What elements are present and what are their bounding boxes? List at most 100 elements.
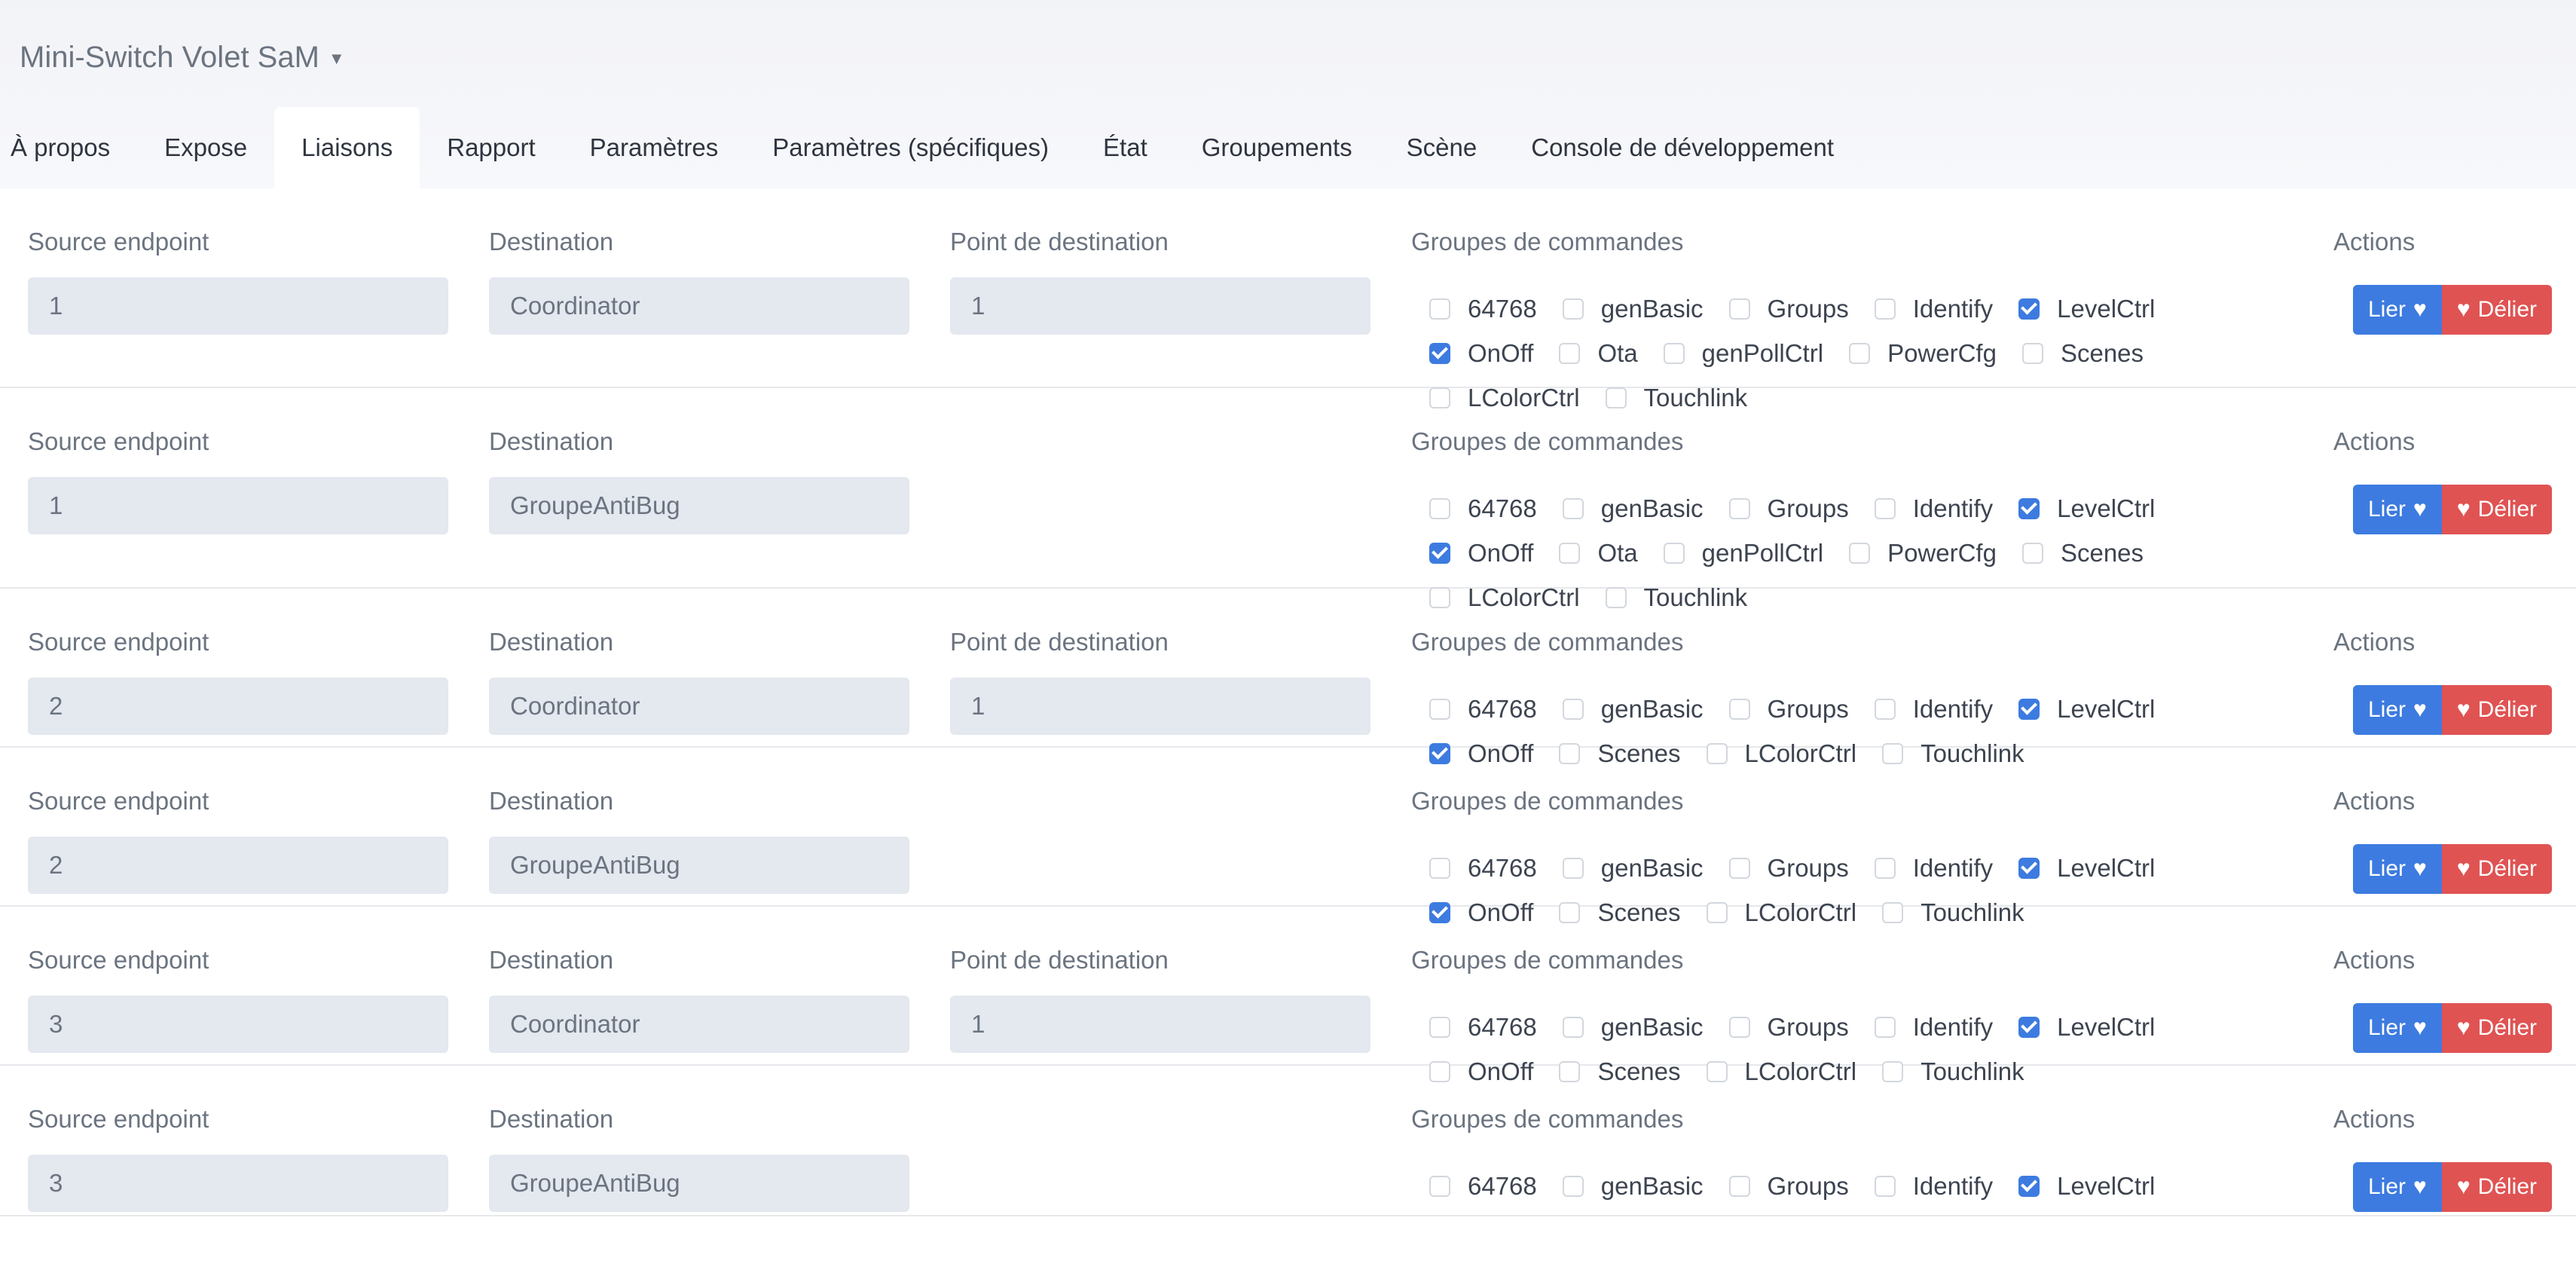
bind-button[interactable]: Lier ♥: [2353, 485, 2442, 534]
unchecked-box-icon[interactable]: [1562, 298, 1584, 320]
unchecked-box-icon[interactable]: [1874, 497, 1896, 519]
checked-box-icon[interactable]: [1429, 542, 1450, 564]
cluster-checkbox[interactable]: Groups: [1728, 1172, 1849, 1201]
unchecked-box-icon[interactable]: [1429, 1175, 1450, 1197]
unchecked-box-icon[interactable]: [1874, 698, 1896, 720]
unchecked-box-icon[interactable]: [1562, 1175, 1584, 1197]
unchecked-box-icon[interactable]: [1562, 857, 1584, 879]
unbind-button[interactable]: ♥ Délier: [2441, 1162, 2553, 1212]
cluster-checkbox[interactable]: genBasic: [1562, 295, 1704, 323]
source-endpoint-select[interactable]: 1: [28, 477, 448, 534]
unchecked-box-icon[interactable]: [1663, 542, 1685, 564]
cluster-checkbox[interactable]: Groups: [1728, 854, 1849, 883]
tab-9[interactable]: Console de développement: [1504, 107, 1861, 188]
cluster-checkbox[interactable]: Ota: [1559, 539, 1638, 568]
bind-button[interactable]: Lier ♥: [2353, 844, 2442, 894]
checked-box-icon[interactable]: [2018, 1016, 2040, 1038]
unchecked-box-icon[interactable]: [1562, 698, 1584, 720]
cluster-checkbox[interactable]: genBasic: [1562, 1013, 1704, 1042]
cluster-checkbox[interactable]: 64768: [1429, 494, 1537, 523]
unchecked-box-icon[interactable]: [1429, 857, 1450, 879]
checked-box-icon[interactable]: [2018, 698, 2040, 720]
unchecked-box-icon[interactable]: [1429, 698, 1450, 720]
cluster-checkbox[interactable]: Scenes: [2021, 539, 2144, 568]
destination-select[interactable]: Coordinator: [489, 996, 909, 1053]
device-selector[interactable]: Mini-Switch Volet SaM ▼: [20, 36, 345, 78]
destination-endpoint-select[interactable]: 1: [950, 277, 1371, 335]
destination-endpoint-select[interactable]: 1: [950, 678, 1371, 735]
tab-3[interactable]: Rapport: [420, 107, 562, 188]
destination-endpoint-select[interactable]: 1: [950, 996, 1371, 1053]
cluster-checkbox[interactable]: 64768: [1429, 1172, 1537, 1201]
bind-button[interactable]: Lier ♥: [2353, 1162, 2442, 1212]
cluster-checkbox[interactable]: Identify: [1874, 295, 1993, 323]
source-endpoint-select[interactable]: 2: [28, 837, 448, 894]
cluster-checkbox[interactable]: Identify: [1874, 854, 1993, 883]
unchecked-box-icon[interactable]: [1849, 342, 1871, 364]
cluster-checkbox[interactable]: genPollCtrl: [1663, 339, 1823, 368]
tab-0[interactable]: À propos: [0, 107, 137, 188]
unchecked-box-icon[interactable]: [1559, 542, 1581, 564]
unchecked-box-icon[interactable]: [1728, 298, 1750, 320]
unchecked-box-icon[interactable]: [1562, 497, 1584, 519]
cluster-checkbox[interactable]: Groups: [1728, 695, 1849, 724]
unchecked-box-icon[interactable]: [1728, 1016, 1750, 1038]
cluster-checkbox[interactable]: OnOff: [1429, 339, 1533, 368]
cluster-checkbox[interactable]: LevelCtrl: [2018, 1013, 2155, 1042]
cluster-checkbox[interactable]: genBasic: [1562, 695, 1704, 724]
cluster-checkbox[interactable]: Ota: [1559, 339, 1638, 368]
unchecked-box-icon[interactable]: [1559, 342, 1581, 364]
cluster-checkbox[interactable]: Identify: [1874, 494, 1993, 523]
unchecked-box-icon[interactable]: [1874, 857, 1896, 879]
cluster-checkbox[interactable]: Identify: [1874, 695, 1993, 724]
unchecked-box-icon[interactable]: [1429, 497, 1450, 519]
unchecked-box-icon[interactable]: [1429, 298, 1450, 320]
unchecked-box-icon[interactable]: [1728, 1175, 1750, 1197]
cluster-checkbox[interactable]: OnOff: [1429, 539, 1533, 568]
tab-7[interactable]: Groupements: [1175, 107, 1380, 188]
unchecked-box-icon[interactable]: [1728, 698, 1750, 720]
unchecked-box-icon[interactable]: [1728, 497, 1750, 519]
unchecked-box-icon[interactable]: [1663, 342, 1685, 364]
cluster-checkbox[interactable]: 64768: [1429, 695, 1537, 724]
tab-1[interactable]: Expose: [137, 107, 274, 188]
cluster-checkbox[interactable]: 64768: [1429, 1013, 1537, 1042]
bind-button[interactable]: Lier ♥: [2353, 285, 2442, 335]
unbind-button[interactable]: ♥ Délier: [2441, 485, 2553, 534]
destination-select[interactable]: GroupeAntiBug: [489, 837, 909, 894]
tab-8[interactable]: Scène: [1380, 107, 1505, 188]
cluster-checkbox[interactable]: LevelCtrl: [2018, 854, 2155, 883]
unbind-button[interactable]: ♥ Délier: [2441, 1003, 2553, 1053]
unchecked-box-icon[interactable]: [1562, 1016, 1584, 1038]
unchecked-box-icon[interactable]: [1728, 857, 1750, 879]
destination-select[interactable]: Coordinator: [489, 277, 909, 335]
unbind-button[interactable]: ♥ Délier: [2441, 285, 2553, 335]
source-endpoint-select[interactable]: 3: [28, 1155, 448, 1212]
tab-4[interactable]: Paramètres: [563, 107, 746, 188]
cluster-checkbox[interactable]: genBasic: [1562, 854, 1704, 883]
tab-6[interactable]: État: [1076, 107, 1175, 188]
cluster-checkbox[interactable]: genPollCtrl: [1663, 539, 1823, 568]
unchecked-box-icon[interactable]: [1874, 1175, 1896, 1197]
cluster-checkbox[interactable]: LevelCtrl: [2018, 695, 2155, 724]
checked-box-icon[interactable]: [2018, 857, 2040, 879]
unchecked-box-icon[interactable]: [1874, 1016, 1896, 1038]
cluster-checkbox[interactable]: genBasic: [1562, 494, 1704, 523]
cluster-checkbox[interactable]: Identify: [1874, 1013, 1993, 1042]
cluster-checkbox[interactable]: Groups: [1728, 295, 1849, 323]
cluster-checkbox[interactable]: genBasic: [1562, 1172, 1704, 1201]
cluster-checkbox[interactable]: 64768: [1429, 295, 1537, 323]
unbind-button[interactable]: ♥ Délier: [2441, 685, 2553, 735]
bind-button[interactable]: Lier ♥: [2353, 685, 2442, 735]
unchecked-box-icon[interactable]: [1849, 542, 1871, 564]
cluster-checkbox[interactable]: 64768: [1429, 854, 1537, 883]
unchecked-box-icon[interactable]: [2021, 342, 2043, 364]
cluster-checkbox[interactable]: Identify: [1874, 1172, 1993, 1201]
source-endpoint-select[interactable]: 1: [28, 277, 448, 335]
cluster-checkbox[interactable]: Scenes: [2021, 339, 2144, 368]
unbind-button[interactable]: ♥ Délier: [2441, 844, 2553, 894]
cluster-checkbox[interactable]: Groups: [1728, 494, 1849, 523]
cluster-checkbox[interactable]: LevelCtrl: [2018, 494, 2155, 523]
checked-box-icon[interactable]: [2018, 1175, 2040, 1197]
cluster-checkbox[interactable]: PowerCfg: [1849, 339, 1997, 368]
